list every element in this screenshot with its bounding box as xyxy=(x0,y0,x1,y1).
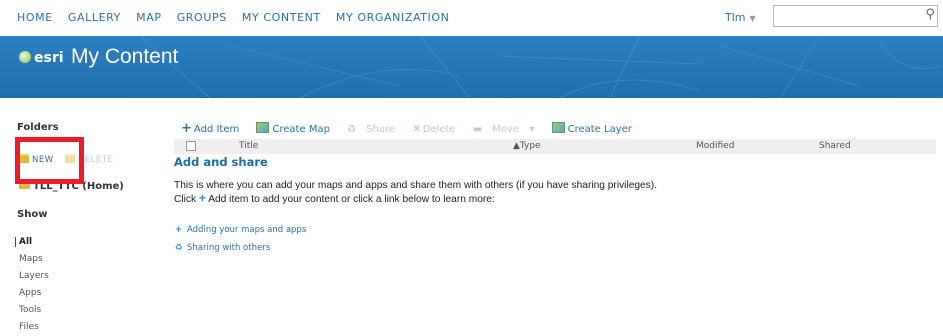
show-heading: Show xyxy=(17,209,48,220)
column-title[interactable]: Title xyxy=(239,141,258,151)
folders-heading: Folders xyxy=(17,122,59,133)
add-item-button[interactable]: + Add Item xyxy=(181,121,246,136)
adding-maps-label: Adding your maps and apps xyxy=(187,225,307,235)
sharing-label: Sharing with others xyxy=(187,243,271,253)
move-button[interactable]: ▬ Move ▾ xyxy=(473,124,542,135)
filter-maps[interactable]: Maps xyxy=(19,251,49,268)
share-label: Share xyxy=(366,124,396,135)
line2-suffix: Add item to add your content or click a … xyxy=(208,194,495,205)
create-layer-button[interactable]: Create Layer xyxy=(551,122,639,135)
filter-tools[interactable]: Tools xyxy=(19,302,49,319)
logo-text: esri xyxy=(34,50,64,66)
plus-icon: + xyxy=(198,191,206,205)
highlight-annotation-box xyxy=(15,137,84,184)
nav-my-content[interactable]: MY CONTENT xyxy=(242,11,321,24)
help-links: + Adding your maps and apps ♻ Sharing with… xyxy=(175,221,306,257)
nav-home[interactable]: HOME xyxy=(17,11,53,24)
create-map-button[interactable]: Create Map xyxy=(256,122,337,135)
adding-maps-link[interactable]: + Adding your maps and apps xyxy=(175,221,306,239)
user-name: Tlm xyxy=(725,11,746,24)
filter-layers[interactable]: Layers xyxy=(19,268,49,285)
esri-logo: esri xyxy=(19,50,64,66)
top-navigation-bar: HOME GALLERY MAP GROUPS MY CONTENT MY OR… xyxy=(0,0,943,36)
show-filter-list: All Maps Layers Apps Tools Files xyxy=(15,234,49,336)
nav-groups[interactable]: GROUPS xyxy=(177,11,227,24)
line2-prefix: Click xyxy=(174,194,197,205)
add-item-label: Add Item xyxy=(193,124,240,135)
description-line-1: This is where you can add your maps and … xyxy=(174,180,658,191)
nav-map[interactable]: MAP xyxy=(136,11,161,24)
select-all-checkbox[interactable] xyxy=(186,141,196,151)
share-icon: ♻ xyxy=(175,243,183,253)
empty-state: Add and share xyxy=(174,155,268,169)
nav-links: HOME GALLERY MAP GROUPS MY CONTENT MY OR… xyxy=(17,11,461,24)
column-type-label: Type xyxy=(519,141,541,151)
layer-icon xyxy=(551,122,565,133)
close-icon: ✕ xyxy=(412,124,421,135)
user-menu[interactable]: Tlm ▼ xyxy=(725,11,756,24)
column-modified[interactable]: Modified xyxy=(696,141,734,151)
folder-icon: ▬ xyxy=(472,124,486,135)
sidebar: Folders xyxy=(17,122,162,133)
chevron-down-icon: ▾ xyxy=(526,124,535,135)
delete-button[interactable]: ✕ Delete xyxy=(412,124,462,135)
move-label: Move xyxy=(492,124,520,135)
create-map-label: Create Map xyxy=(272,124,330,135)
empty-state-description: This is where you can add your maps and … xyxy=(174,180,657,206)
column-type[interactable]: ▲Type xyxy=(513,141,541,151)
nav-my-organization[interactable]: MY ORGANIZATION xyxy=(336,11,450,24)
content-toolbar: + Add Item Create Map ♻ Share ✕ Delete ▬ M… xyxy=(181,121,646,136)
map-icon xyxy=(256,122,270,133)
description-line-2: Click + Add item to add your content or … xyxy=(174,192,657,206)
table-header: Title ▲Type Modified Shared xyxy=(174,139,936,154)
filter-all[interactable]: All xyxy=(15,234,49,251)
filter-files[interactable]: Files xyxy=(19,319,49,336)
delete-label: Delete xyxy=(422,124,456,135)
section-heading: Add and share xyxy=(174,155,268,169)
create-layer-label: Create Layer xyxy=(567,124,632,135)
page-title: My Content xyxy=(71,45,179,68)
search-input[interactable]: ⚲ xyxy=(773,5,938,27)
page-banner: esri My Content xyxy=(0,36,943,98)
sort-asc-icon: ▲ xyxy=(513,141,520,151)
sharing-link[interactable]: ♻ Sharing with others xyxy=(175,239,306,257)
chevron-down-icon: ▼ xyxy=(749,14,756,23)
filter-apps[interactable]: Apps xyxy=(19,285,49,302)
plus-icon: + xyxy=(175,225,183,235)
share-icon: ♻ xyxy=(347,124,360,135)
globe-icon xyxy=(19,51,31,63)
column-shared[interactable]: Shared xyxy=(819,141,851,151)
plus-icon: + xyxy=(181,121,192,136)
nav-gallery[interactable]: GALLERY xyxy=(68,11,121,24)
share-button[interactable]: ♻ Share xyxy=(347,124,402,135)
search-icon[interactable]: ⚲ xyxy=(925,7,935,22)
